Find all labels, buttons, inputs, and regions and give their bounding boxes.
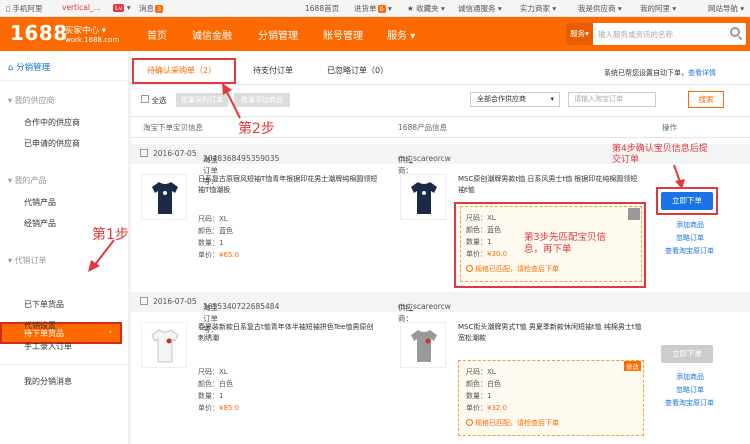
taobao-order-input[interactable]: 请输入淘宝订单 xyxy=(568,92,656,107)
view-taobao-order-link[interactable]: 查看淘宝原订单 xyxy=(665,246,714,256)
1688-product-image[interactable] xyxy=(400,322,446,368)
search-input[interactable]: 输入服务或资讯的名称 xyxy=(598,29,673,40)
1688-product-image[interactable] xyxy=(400,174,446,220)
top-bar: ▯ 手机阿里 vertical_... Lv ▾ 消息 3 1688首页 进货单 0… xyxy=(0,0,750,17)
taobao-product-image[interactable] xyxy=(141,174,187,220)
taobao-product-title[interactable]: 春夏装新款日系复古t恤青年体半袖短袖拼色Tee恤男原创刺绣潮 xyxy=(198,322,378,344)
1688-product-specs: 尺码：XL 颜色：蓝色 数量：1 单价：¥30.0 xyxy=(466,214,508,258)
sidebar-group-products[interactable]: ▾ 我的产品 xyxy=(8,175,47,186)
order-checkbox[interactable] xyxy=(140,149,148,157)
annotation-step3: 第3步先匹配宝贝信息，再下单 xyxy=(524,232,607,255)
arrow-icon xyxy=(222,83,241,119)
sidebar-item-ordered-goods[interactable]: 已下单货品 xyxy=(24,299,64,310)
arrow-icon xyxy=(88,239,115,272)
sidebar-group-consign-orders[interactable]: ▾ 代销订单 xyxy=(8,255,47,266)
annotation-step4: 第4步确认宝贝信息后提交订单 xyxy=(612,144,708,165)
nav-home[interactable]: 首页 xyxy=(147,27,167,42)
chevron-down-icon: ▾ xyxy=(550,95,554,103)
sidebar-item-dealer-products[interactable]: 经销产品 xyxy=(24,218,56,229)
place-order-button[interactable]: 立即下单 xyxy=(661,192,713,210)
username-link[interactable]: vertical_... xyxy=(62,3,101,12)
sidebar-item-consign-products[interactable]: 代销产品 xyxy=(24,197,56,208)
sidebar-title: ⌂ 分销管理 xyxy=(8,63,51,73)
buyer-center-title[interactable]: 买家中心 ▾ xyxy=(65,24,106,36)
favorites-link[interactable]: ★ 收藏夹 ▾ xyxy=(407,3,445,14)
col-taobao-info: 淘宝下单宝贝信息 xyxy=(143,123,203,132)
edit-icon[interactable] xyxy=(628,208,640,220)
place-order-button-disabled[interactable]: 立即下单 xyxy=(661,345,713,363)
tshirt-gray-icon xyxy=(411,330,437,362)
sidebar-item-distribution-messages[interactable]: 我的分销消息 xyxy=(24,376,72,387)
arrow-icon xyxy=(673,164,685,189)
spec-matched-warning: 规格已匹配，请检查后下单 xyxy=(466,418,559,428)
select-all[interactable]: 全选 xyxy=(141,95,166,106)
taobao-product-specs: 尺码：XL 颜色：蓝色 数量：1 单价：¥65.0 xyxy=(198,215,240,259)
house-icon: ⌂ xyxy=(8,63,14,73)
home-link[interactable]: 1688首页 xyxy=(305,3,339,14)
spec-matched-warning: 规格已匹配，请检查后下单 xyxy=(466,264,559,274)
site-nav-link[interactable]: 网站导航 ▾ xyxy=(708,3,744,14)
divider xyxy=(0,80,128,81)
modify-tag[interactable]: 修改 xyxy=(624,361,641,371)
warning-icon xyxy=(466,419,473,426)
1688-product-title[interactable]: MSC街头潮牌男式T恤 男夏季新款休闲短袖t恤 纯棉男士t恤宽松潮款 xyxy=(458,322,643,344)
search-category-select[interactable]: 服务▾ xyxy=(566,23,593,45)
search-button[interactable]: 搜索 xyxy=(688,91,724,108)
mobile-link[interactable]: ▯ 手机阿里 xyxy=(6,3,43,14)
ignore-order-link[interactable]: 忽略订单 xyxy=(676,233,704,243)
col-action: 操作 xyxy=(662,123,677,132)
nav-distribution[interactable]: 分销管理 xyxy=(258,27,298,42)
trust-service-link[interactable]: 诚信通服务 ▾ xyxy=(458,3,502,14)
power-merchant-link[interactable]: 实力商家 ▾ xyxy=(520,3,556,14)
seller-link[interactable]: 我是供应商 ▾ xyxy=(578,3,622,14)
sidebar-item-consign-settings[interactable]: 代销设置 xyxy=(24,320,56,331)
order-row-header: 2016-07-05 淘宝订单号： 1655340722685484 供应商： ms… xyxy=(131,292,750,334)
tshirt-white-icon xyxy=(151,329,179,363)
sidebar-group-suppliers[interactable]: ▾ 我的供应商 xyxy=(8,95,55,106)
add-product-link[interactable]: 添加商品 xyxy=(676,220,704,230)
messages-link[interactable]: 消息 3 xyxy=(139,3,164,14)
nav-service[interactable]: 服务 ▾ xyxy=(387,27,415,42)
main-header: 1688 买家中心 ▾ work.1688.com 首页 诚信金融 分销管理 账… xyxy=(0,17,750,51)
taobao-product-specs: 尺码：XL 颜色：白色 数量：1 单价：¥85.0 xyxy=(198,368,240,412)
1688-product-title[interactable]: MSC原创潮牌男款t恤 日系风男士t恤 根据印花纯棉圆领短袖t恤 xyxy=(458,174,643,196)
ignore-order-link[interactable]: 忽略订单 xyxy=(676,385,704,395)
star-icon: ★ xyxy=(407,4,414,13)
sidebar-item-applied-suppliers[interactable]: 已申请的供应商 xyxy=(24,138,80,149)
taobao-product-title[interactable]: 日系复古原宿风短袖T恤青年根据印花男士潮牌纯棉圆领短袖T恤潮板 xyxy=(198,174,378,196)
order-checkbox[interactable] xyxy=(140,297,148,305)
1688-product-specs: 尺码：XL 颜色：白色 数量：1 单价：¥32.0 xyxy=(466,368,508,412)
taobao-product-image[interactable] xyxy=(141,322,187,368)
chevron-right-icon: › xyxy=(108,327,112,336)
auto-order-notice: 系统已帮您设置自动下单，查看详情 xyxy=(604,69,716,77)
sidebar-item-cooperating-suppliers[interactable]: 合作中的供应商 xyxy=(24,117,80,128)
tab-pending-purchase-label[interactable]: 待确认采购单（2） xyxy=(147,65,216,76)
add-product-link[interactable]: 添加商品 xyxy=(676,372,704,382)
supplier-select[interactable]: 全部合作供应商 ▾ xyxy=(470,92,560,107)
search-icon[interactable] xyxy=(730,27,740,37)
logo-domain: work.1688.com xyxy=(65,36,120,44)
header-search: 服务▾ 输入服务或资讯的名称 xyxy=(566,23,746,45)
level-badge: Lv ▾ xyxy=(113,3,131,12)
sidebar-item-manual-order[interactable]: 手工录入订单 xyxy=(24,341,72,352)
nav-finance[interactable]: 诚信金融 xyxy=(192,27,232,42)
warning-icon xyxy=(466,265,473,272)
caret-down-icon: ▾ xyxy=(8,96,13,105)
col-1688-info: 1688产品信息 xyxy=(398,123,448,132)
divider xyxy=(0,364,128,365)
stock-link[interactable]: 进货单 0 ▾ xyxy=(354,3,392,14)
view-taobao-order-link[interactable]: 查看淘宝原订单 xyxy=(665,398,714,408)
caret-down-icon: ▾ xyxy=(8,176,13,185)
select-all-checkbox[interactable] xyxy=(141,95,149,103)
nav-account[interactable]: 账号管理 xyxy=(323,27,363,42)
tshirt-navy-icon xyxy=(152,182,178,214)
tab-ignored-orders[interactable]: 已忽略订单（0） xyxy=(327,65,388,76)
auto-order-details-link[interactable]: 查看详情 xyxy=(688,69,716,77)
tshirt-navy-icon xyxy=(411,182,437,214)
logo[interactable]: 1688 xyxy=(10,21,68,45)
phone-icon: ▯ xyxy=(6,4,11,13)
caret-down-icon: ▾ xyxy=(8,256,13,265)
tab-unpaid-orders[interactable]: 待支付订单 xyxy=(253,65,293,76)
my-ali-link[interactable]: 我的阿里 ▾ xyxy=(640,3,676,14)
